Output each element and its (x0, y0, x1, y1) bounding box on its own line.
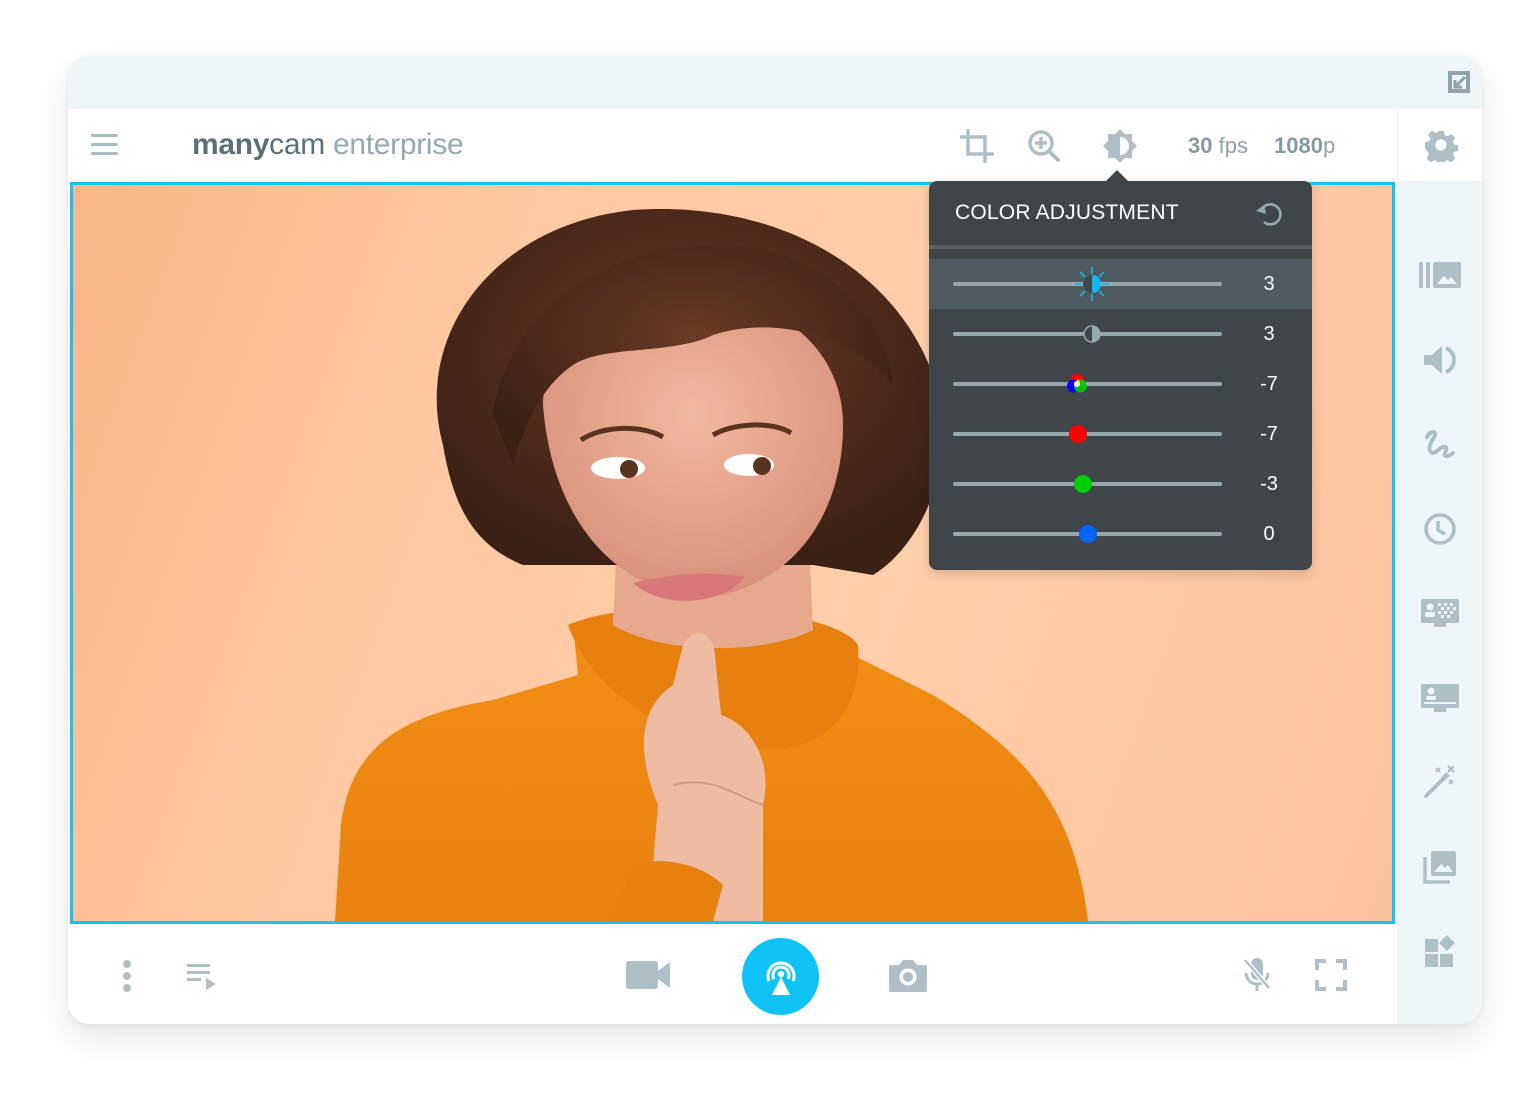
bottom-toolbar (68, 924, 1397, 1024)
speaker-icon (1423, 346, 1456, 374)
popover-arrow (1105, 170, 1129, 182)
slider-row-contrast: 3 (929, 309, 1312, 359)
fullscreen-button[interactable] (1314, 958, 1348, 992)
color-adjustment-button[interactable] (1101, 127, 1139, 165)
reset-icon (1256, 203, 1282, 226)
record-video-button[interactable] (624, 958, 672, 992)
slider-row-brightness: 3 (929, 259, 1312, 309)
blue-icon (1078, 525, 1097, 543)
color-adjustment-panel: COLOR ADJUSTMENT 3 3 -7 -7 -3 0 (929, 170, 1312, 570)
panel-divider (929, 245, 1312, 249)
hamburger-icon (91, 134, 118, 155)
info-icon (1427, 1023, 1453, 1024)
microphone-button[interactable] (1240, 956, 1274, 994)
sidebar-item-media[interactable] (1397, 837, 1482, 897)
snapshot-icon (889, 960, 927, 992)
more-icon (123, 960, 131, 992)
gear-icon (1424, 130, 1458, 162)
red-value: -7 (1260, 423, 1278, 445)
lower-thirds-icon (1420, 684, 1459, 712)
go-live-button[interactable] (742, 938, 819, 1015)
saturation-icon (1067, 373, 1088, 393)
brightness-icon (1074, 267, 1109, 301)
presets-icon (1418, 262, 1461, 288)
green-value: -3 (1260, 473, 1278, 495)
slider-row-red: -7 (929, 409, 1312, 459)
playlist-icon (187, 964, 216, 990)
zoom-in-icon (1028, 130, 1060, 162)
fps-display: 30 fps (1188, 131, 1248, 161)
brand-suffix: enterprise (332, 128, 464, 161)
sidebar-item-info[interactable] (1397, 1006, 1482, 1024)
saturation-value: -7 (1260, 373, 1278, 395)
slider-row-blue: 0 (929, 509, 1312, 559)
contrast-icon (1082, 325, 1101, 343)
mic-muted-icon (1243, 958, 1271, 991)
clock-icon (1423, 513, 1456, 545)
brand-bold: many (192, 128, 270, 161)
red-icon (1069, 425, 1088, 443)
slider-row-green: -3 (929, 459, 1312, 509)
app-logo: manycam enterprise (192, 125, 464, 165)
blue-value: 0 (1263, 523, 1275, 545)
brightness-value: 3 (1263, 273, 1275, 295)
zoom-button[interactable] (1025, 127, 1063, 165)
right-sidebar (1397, 109, 1482, 1024)
sidebar-item-widgets[interactable] (1397, 921, 1482, 981)
sidebar-item-virtual-background[interactable] (1397, 583, 1482, 643)
brand-regular: cam (269, 128, 325, 161)
sidebar-item-lower-thirds[interactable] (1397, 668, 1482, 728)
more-options-button[interactable] (114, 958, 140, 994)
draw-icon (1424, 430, 1455, 458)
menu-button[interactable] (90, 131, 120, 159)
playlist-button[interactable] (184, 960, 220, 992)
record-video-icon (626, 961, 670, 989)
panel-title: COLOR ADJUSTMENT (955, 201, 1179, 224)
fullscreen-icon (1315, 959, 1347, 991)
snapshot-button[interactable] (886, 956, 930, 994)
resolution-value: 1080 (1274, 133, 1323, 158)
restore-icon (1448, 71, 1470, 93)
crop-button[interactable] (958, 127, 996, 165)
green-icon (1074, 475, 1093, 493)
contrast-value: 3 (1263, 323, 1275, 345)
widgets-icon (1424, 935, 1455, 967)
reset-button[interactable] (1254, 199, 1284, 229)
sidebar-item-effects[interactable] (1397, 752, 1482, 812)
gallery-icon (1422, 851, 1456, 884)
brightness-icon (1103, 129, 1137, 163)
resolution-unit: p (1322, 133, 1336, 158)
sidebar-item-time[interactable] (1397, 499, 1482, 559)
header-toolbar: manycam enterprise 30 fps 1080p (68, 109, 1397, 181)
crop-icon (960, 129, 994, 163)
sidebar-item-audio[interactable] (1397, 330, 1482, 390)
chroma-key-icon (1420, 599, 1459, 627)
sidebar-item-presets[interactable] (1397, 245, 1482, 305)
settings-button[interactable] (1397, 109, 1482, 181)
fps-value: 30 (1188, 133, 1213, 158)
magic-wand-icon (1423, 765, 1455, 798)
resolution-display[interactable]: 1080p (1274, 131, 1335, 161)
restore-window-button[interactable] (1446, 69, 1472, 95)
broadcast-icon (766, 961, 795, 995)
title-bar (68, 56, 1482, 109)
fps-unit: fps (1212, 133, 1248, 158)
slider-row-saturation: -7 (929, 359, 1312, 409)
sidebar-item-drawing[interactable] (1397, 414, 1482, 474)
